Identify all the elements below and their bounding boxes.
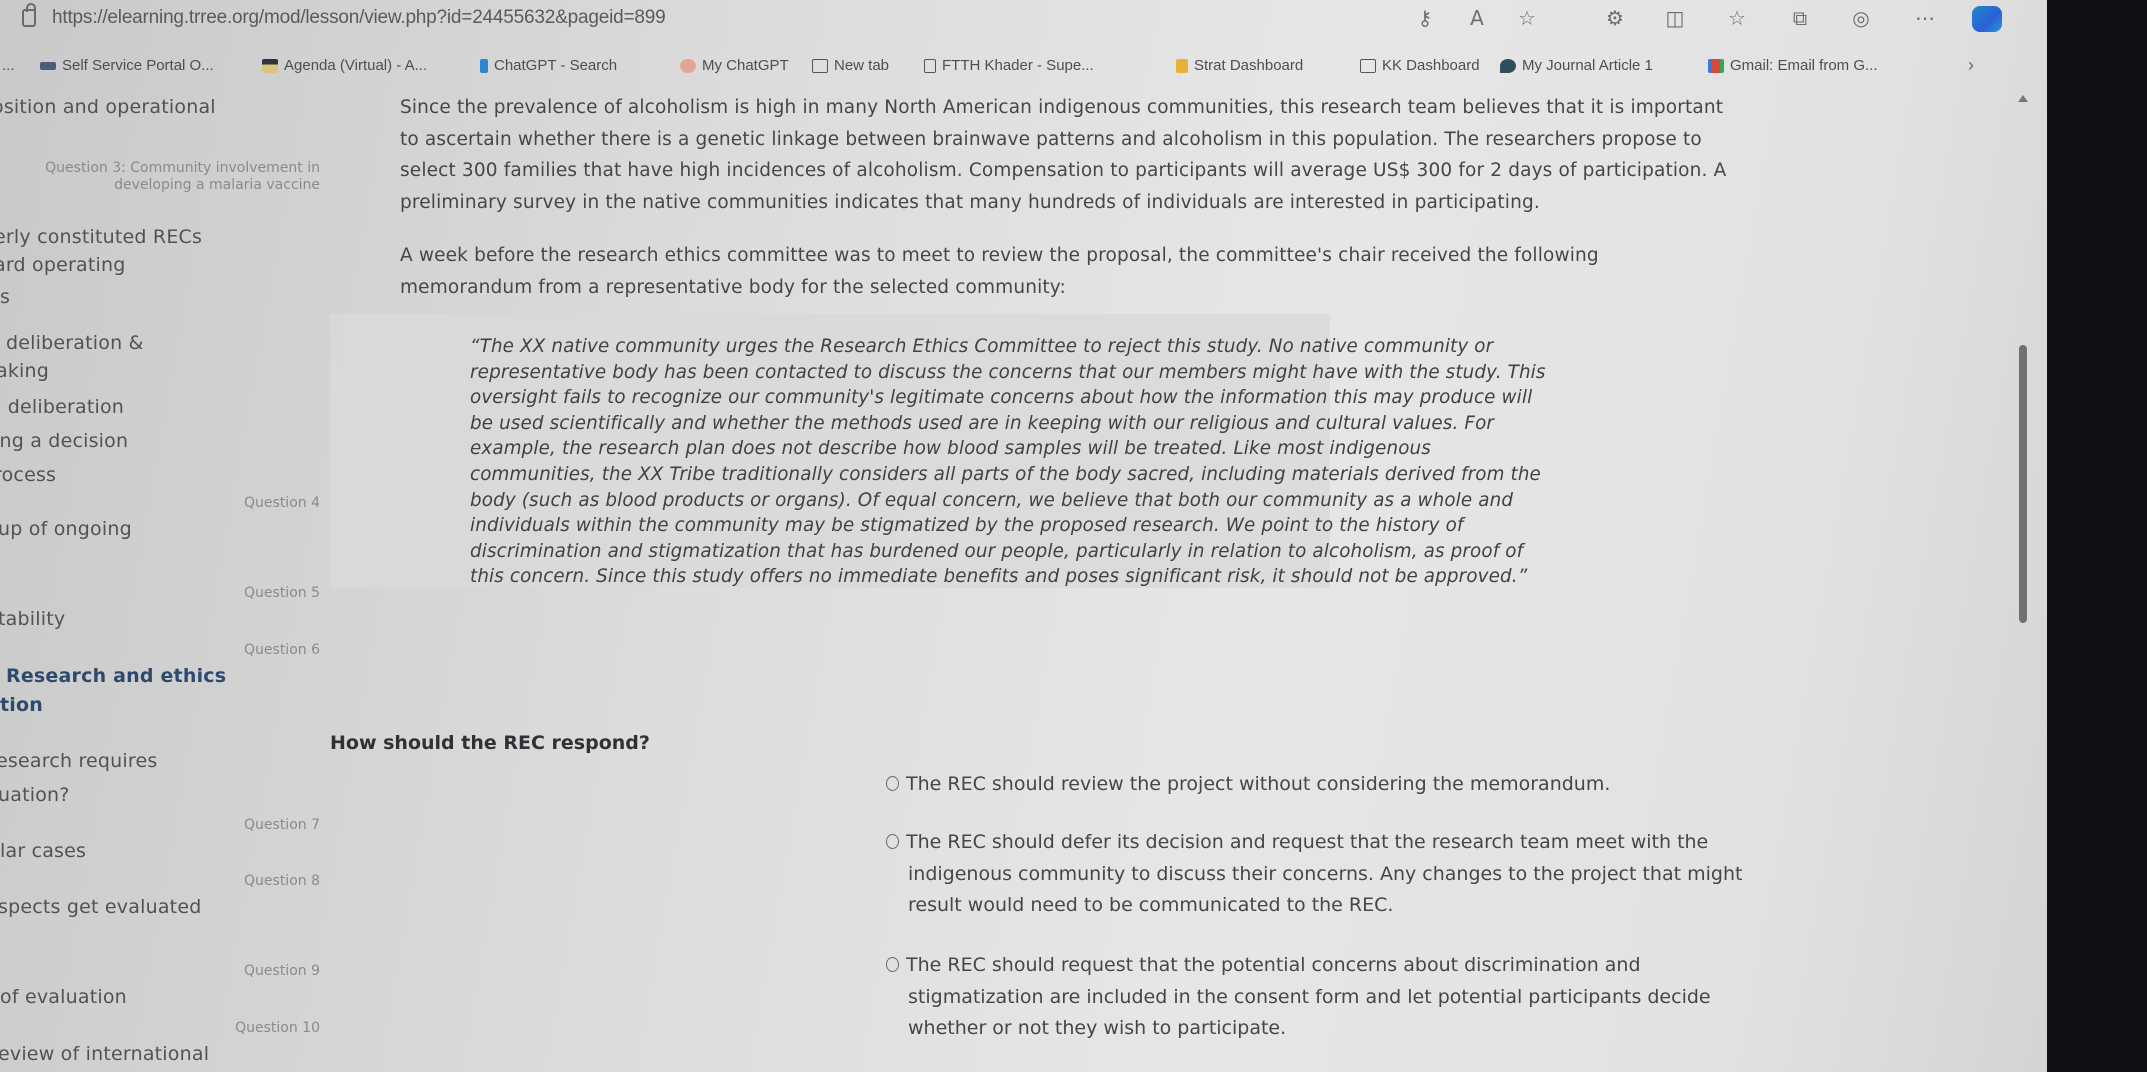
nav-link[interactable]: s — [0, 286, 10, 308]
nav-question-link[interactable]: Question 8 — [0, 873, 320, 890]
bookmark-item[interactable]: My ChatGPT — [680, 57, 789, 74]
nav-question-link[interactable]: Question 9 — [0, 963, 320, 980]
scenario-paragraph: Since the prevalence of alcoholism is hi… — [400, 97, 1727, 213]
memo-intro-paragraph: A week before the research ethics commit… — [400, 245, 1599, 298]
agenda-icon — [262, 58, 278, 73]
answer-option[interactable]: The REC should request that the potentia… — [886, 950, 1711, 1045]
read-aloud-icon[interactable]: A — [1462, 4, 1492, 32]
nav-question-link[interactable]: Question 6 — [0, 642, 320, 659]
bookmark-item[interactable]: Self Service Portal O... — [40, 57, 214, 74]
nav-link[interactable]: eview of international — [0, 1043, 209, 1065]
url-text[interactable]: https://elearning.trree.org/mod/lesson/v… — [52, 7, 666, 29]
nav-link[interactable]: uation? — [0, 784, 70, 806]
nav-link[interactable]: up of ongoing — [0, 518, 132, 540]
copilot-icon[interactable] — [1972, 6, 2002, 32]
question-prompt: How should the REC respond? — [330, 732, 650, 754]
browser-window: https://elearning.trree.org/mod/lesson/v… — [0, 0, 2047, 1072]
bookmark-item[interactable]: Strat Dashboard — [1176, 57, 1303, 74]
radio-button[interactable] — [886, 957, 899, 972]
answer-option[interactable]: The REC should defer its decision and re… — [886, 827, 1742, 922]
nav-link[interactable]: osition and operational — [0, 96, 216, 118]
nav-link-current[interactable]: tion — [0, 694, 43, 716]
bookmark-item[interactable]: Gmail: Email from G... — [1708, 57, 1878, 74]
nav-link[interactable]: tability — [0, 608, 65, 630]
nav-link[interactable]: ard operating — [0, 254, 125, 276]
nav-link[interactable]: of evaluation — [0, 986, 127, 1008]
favorite-star-icon[interactable]: ☆ — [1512, 4, 1542, 32]
nav-link[interactable]: spects get evaluated — [0, 896, 201, 918]
extensions-icon[interactable]: ⚙ — [1600, 4, 1630, 32]
favorites-list-icon[interactable]: ☆ — [1722, 4, 1752, 32]
nav-link[interactable]: deliberation & — [6, 332, 144, 354]
more-menu-icon[interactable]: ⋯ — [1910, 4, 1940, 32]
lock-icon[interactable] — [22, 3, 36, 27]
nav-question-link[interactable]: Question 10 — [0, 1020, 320, 1037]
newtab-icon — [812, 58, 828, 73]
nav-link[interactable]: lar cases — [0, 840, 86, 862]
bing-icon — [480, 58, 488, 73]
newtab-icon — [1360, 58, 1376, 73]
profile-icon[interactable]: ◎ — [1846, 4, 1876, 32]
nav-link[interactable]: esearch requires — [0, 750, 158, 772]
nav-link[interactable]: erly constituted RECs — [0, 226, 202, 248]
document-icon — [924, 58, 936, 73]
bookmark-item[interactable]: ... — [2, 57, 15, 74]
bookmarks-bar: ... Self Service Portal O... Agenda (Vir… — [0, 54, 2047, 78]
nav-question-link[interactable]: Question 3: Community involvement in dev… — [0, 160, 320, 194]
memorandum-quote: “The XX native community urges the Resea… — [470, 336, 1546, 588]
collections-icon[interactable]: ⧉ — [1785, 4, 1815, 32]
nav-link-current[interactable]: Research and ethics — [6, 665, 226, 687]
nav-link[interactable]: aking — [0, 360, 49, 382]
chart-icon — [1176, 58, 1188, 73]
portal-icon — [40, 61, 56, 70]
split-screen-icon[interactable]: ◫ — [1660, 4, 1690, 32]
bookmark-item[interactable]: My Journal Article 1 — [1500, 57, 1653, 74]
nav-link[interactable]: l deliberation — [0, 396, 124, 418]
scroll-up-arrow-icon[interactable] — [2018, 95, 2028, 102]
radio-button[interactable] — [886, 776, 899, 791]
bookmark-item[interactable]: KK Dashboard — [1360, 57, 1480, 74]
bookmark-item[interactable]: Agenda (Virtual) - A... — [262, 57, 427, 74]
key-icon[interactable]: ⚷ — [1410, 4, 1440, 32]
nav-question-link[interactable]: Question 4 — [0, 495, 320, 512]
bookmark-item[interactable]: ChatGPT - Search — [480, 57, 617, 74]
journal-icon — [1500, 58, 1516, 73]
answer-option[interactable]: The REC should review the project withou… — [886, 769, 1610, 801]
screen-bezel — [2047, 0, 2147, 1072]
scrollbar-thumb[interactable] — [2019, 345, 2027, 623]
nav-question-link[interactable]: Question 5 — [0, 585, 320, 602]
gmail-icon — [1708, 58, 1724, 73]
chatgpt-icon — [680, 58, 696, 73]
nav-link[interactable]: rocess — [0, 464, 56, 486]
nav-question-link[interactable]: Question 7 — [0, 817, 320, 834]
more-bookmarks-chevron-icon[interactable]: › — [1968, 55, 1974, 76]
bookmark-item[interactable]: New tab — [812, 57, 889, 74]
radio-button[interactable] — [886, 834, 899, 849]
bookmark-item[interactable]: FTTH Khader - Supe... — [924, 57, 1094, 74]
nav-link[interactable]: ing a decision — [0, 430, 128, 452]
